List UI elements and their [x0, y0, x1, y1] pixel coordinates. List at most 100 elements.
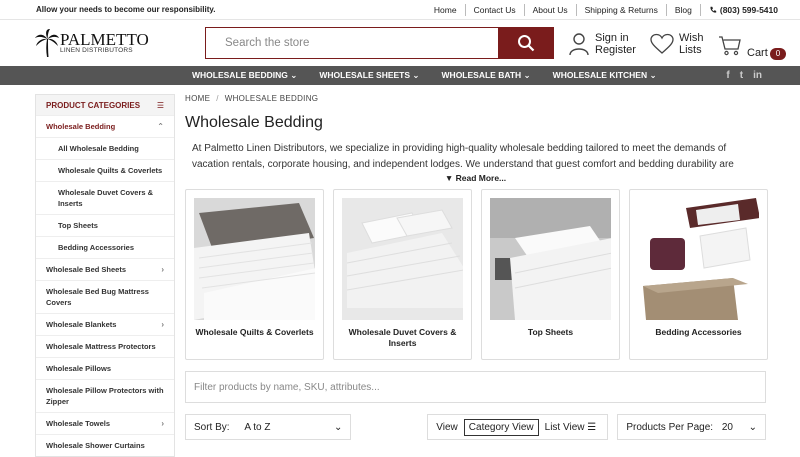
sidebar-item-quilts[interactable]: Wholesale Quilts & Coverlets — [36, 159, 174, 181]
logo-name: PALMETTO — [60, 30, 149, 49]
lists-label: Lists — [679, 44, 702, 56]
sidebar-item-bed-bug-covers[interactable]: Wholesale Bed Bug Mattress Covers — [36, 280, 174, 313]
sidebar-item-label: Bedding Accessories — [58, 243, 134, 252]
sidebar-item-bed-sheets[interactable]: Wholesale Bed Sheets › — [36, 258, 174, 280]
chevron-down-icon: ⌄ — [748, 421, 757, 433]
chevron-right-icon[interactable]: › — [161, 418, 164, 429]
per-page-label: Products Per Page: — [626, 421, 714, 433]
nav-item-sheets[interactable]: WHOLESALE SHEETS ⌄ — [319, 70, 419, 81]
sort-value: A to Z — [244, 421, 271, 433]
list-view-icon: ☰ — [587, 421, 597, 433]
search-button[interactable] — [498, 28, 553, 58]
category-card-quilts[interactable]: Wholesale Quilts & Coverlets — [185, 189, 324, 360]
palm-tree-icon — [35, 29, 59, 57]
social-links: f t in — [726, 70, 762, 81]
sidebar-item-all-bedding[interactable]: All Wholesale Bedding — [36, 137, 174, 159]
category-card-duvet[interactable]: Wholesale Duvet Covers & Inserts — [333, 189, 472, 360]
phone-icon — [710, 6, 717, 13]
top-link-home[interactable]: Home — [426, 4, 465, 16]
sidebar-item-duvet[interactable]: Wholesale Duvet Covers & Inserts — [36, 181, 174, 214]
card-caption[interactable]: Bedding Accessories — [638, 327, 759, 338]
cart-count-badge: 0 — [770, 48, 786, 60]
top-link-shipping[interactable]: Shipping & Returns — [575, 3, 666, 16]
sidebar-item-pillows[interactable]: Wholesale Pillows — [36, 357, 174, 379]
sidebar-item-top-sheets[interactable]: Top Sheets — [36, 214, 174, 236]
top-sheets-image — [490, 198, 611, 320]
chevron-up-icon[interactable]: ⌃ — [157, 121, 164, 132]
page-title: Wholesale Bedding — [185, 114, 323, 131]
category-view-button[interactable]: Category View — [463, 418, 539, 436]
filter-input[interactable] — [194, 381, 765, 393]
card-caption[interactable]: Top Sheets — [490, 327, 611, 338]
breadcrumb: HOME / WHOLESALE BEDDING — [185, 94, 319, 103]
sidebar-item-label: Wholesale Mattress Protectors — [46, 342, 156, 351]
quilts-image — [194, 198, 315, 320]
nav-item-bath[interactable]: WHOLESALE BATH ⌄ — [442, 70, 531, 81]
sidebar-item-blankets[interactable]: Wholesale Blankets › — [36, 313, 174, 335]
sidebar-item-label: All Wholesale Bedding — [58, 144, 139, 153]
nav-item-bedding[interactable]: WHOLESALE BEDDING ⌄ — [192, 70, 297, 81]
sidebar-item-wholesale-bedding[interactable]: Wholesale Bedding ⌃ — [36, 115, 174, 137]
sidebar-item-shower-curtains[interactable]: Wholesale Shower Curtains — [36, 434, 174, 456]
view-toggle: View Category View List View ☰ — [427, 414, 609, 440]
category-sidebar: PRODUCT CATEGORIES ☰ Wholesale Bedding ⌃ … — [35, 94, 175, 457]
sidebar-item-pillow-protectors[interactable]: Wholesale Pillow Protectors with Zipper — [36, 379, 174, 412]
breadcrumb-current: WHOLESALE BEDDING — [224, 94, 319, 103]
site-header: PALMETTO LINEN DISTRIBUTORS Sign in Regi… — [0, 20, 800, 66]
account-link[interactable]: Sign in Register — [568, 32, 636, 56]
tagline: Allow your needs to become our responsib… — [36, 5, 216, 14]
search-box — [205, 27, 554, 59]
card-caption[interactable]: Wholesale Duvet Covers & Inserts — [342, 327, 463, 349]
tumblr-icon[interactable]: t — [740, 70, 743, 81]
card-caption[interactable]: Wholesale Quilts & Coverlets — [194, 327, 315, 338]
top-link-contact[interactable]: Contact Us — [464, 3, 524, 16]
list-icon: ☰ — [156, 100, 164, 110]
category-card-accessories[interactable]: Bedding Accessories — [629, 189, 768, 360]
sign-in-link[interactable]: Sign in — [595, 32, 636, 44]
search-input[interactable] — [206, 28, 498, 58]
list-view-button[interactable]: List View ☰ — [545, 422, 597, 433]
nav-item-label: WHOLESALE SHEETS — [319, 70, 411, 80]
heart-icon — [650, 33, 674, 54]
read-more-link[interactable]: ▼ Read More... — [185, 173, 766, 183]
category-description: At Palmetto Linen Distributors, we speci… — [192, 143, 734, 170]
wish-lists-link[interactable]: Wish Lists — [650, 32, 703, 56]
phone-link[interactable]: (803) 599-5410 — [699, 3, 786, 16]
sort-select[interactable]: Sort By: A to Z ⌄ — [185, 414, 352, 440]
sidebar-item-towels[interactable]: Wholesale Towels › — [36, 412, 174, 434]
listing-controls: Sort By: A to Z ⌄ View Category View Lis… — [185, 414, 766, 440]
nav-item-kitchen[interactable]: WHOLESALE KITCHEN ⌄ — [553, 70, 657, 81]
cart-label: Cart — [747, 47, 768, 59]
top-links: Home Contact Us About Us Shipping & Retu… — [426, 3, 786, 16]
wish-label: Wish — [679, 32, 704, 44]
chevron-right-icon[interactable]: › — [161, 264, 164, 275]
sidebar-title: PRODUCT CATEGORIES — [46, 100, 141, 110]
sidebar-item-label: Top Sheets — [58, 221, 98, 230]
user-icon — [569, 33, 589, 56]
chevron-right-icon[interactable]: › — [161, 319, 164, 330]
filter-box — [185, 371, 766, 403]
sidebar-item-label: Wholesale Blankets — [46, 320, 117, 329]
top-link-blog[interactable]: Blog — [665, 3, 700, 16]
sidebar-item-label: Wholesale Bedding — [46, 122, 116, 131]
sidebar-item-bedding-accessories[interactable]: Bedding Accessories — [36, 236, 174, 258]
per-page-select[interactable]: Products Per Page: 20 ⌄ — [617, 414, 766, 440]
main-nav: WHOLESALE BEDDING ⌄ WHOLESALE SHEETS ⌄ W… — [0, 66, 800, 85]
top-link-about[interactable]: About Us — [523, 3, 576, 16]
facebook-icon[interactable]: f — [726, 70, 729, 81]
nav-item-label: WHOLESALE BEDDING — [192, 70, 288, 80]
sidebar-header: PRODUCT CATEGORIES ☰ — [36, 95, 174, 115]
logo[interactable]: PALMETTO LINEN DISTRIBUTORS — [34, 29, 149, 57]
cart-link[interactable]: Cart — [718, 32, 768, 59]
duvet-image — [342, 198, 463, 320]
breadcrumb-home[interactable]: HOME — [185, 94, 210, 103]
sidebar-item-mattress-protectors[interactable]: Wholesale Mattress Protectors — [36, 335, 174, 357]
sidebar-item-label: Wholesale Quilts & Coverlets — [58, 166, 163, 175]
linkedin-icon[interactable]: in — [753, 70, 762, 81]
nav-item-label: WHOLESALE KITCHEN — [552, 70, 648, 80]
view-label: View — [436, 421, 458, 433]
register-link[interactable]: Register — [595, 44, 636, 56]
list-view-label: List View — [544, 421, 585, 433]
category-card-top-sheets[interactable]: Top Sheets — [481, 189, 620, 360]
sort-label: Sort By: — [194, 421, 230, 433]
